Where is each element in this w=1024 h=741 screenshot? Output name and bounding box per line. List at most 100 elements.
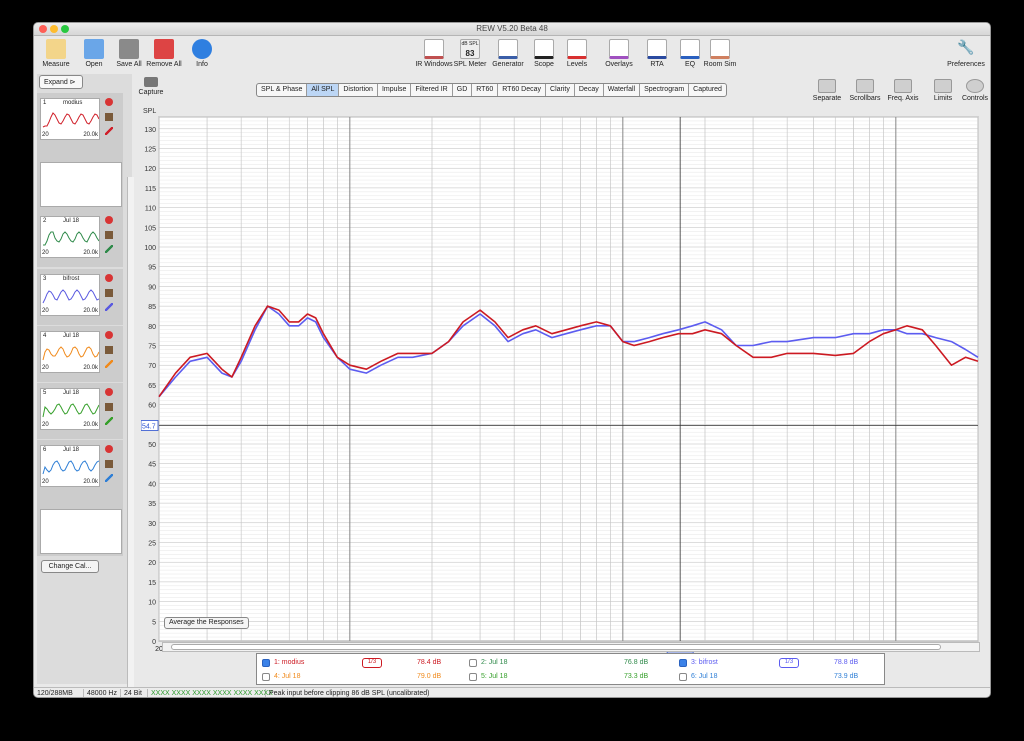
series-checkbox[interactable]: [262, 659, 270, 667]
series-value: 73.9 dB: [834, 673, 859, 680]
limits-icon: [934, 79, 952, 93]
remove-icon: [154, 39, 174, 59]
preferences-button[interactable]: 🔧 Preferences: [942, 39, 990, 68]
levels-icon[interactable]: [105, 460, 113, 468]
measure-icon: [46, 39, 66, 59]
tab-filtered-ir[interactable]: Filtered IR: [411, 84, 453, 96]
scrollbars-button[interactable]: Scrollbars: [846, 79, 884, 102]
tab-distortion[interactable]: Distortion: [339, 84, 378, 96]
spl-graph[interactable]: 1301251201151101051009590858075706560555…: [141, 105, 991, 653]
remove-measurement-icon[interactable]: [105, 445, 113, 453]
tab-spectrogram[interactable]: Spectrogram: [640, 84, 690, 96]
sample-rate: 48000 Hz: [84, 689, 121, 697]
remove-measurement-icon[interactable]: [105, 98, 113, 106]
measurements-panel: Expand ⊳ 1modius2020.0k Change Cal... 2Jul…: [37, 74, 134, 697]
series-checkbox[interactable]: [469, 659, 477, 667]
tab-decay[interactable]: Decay: [575, 84, 604, 96]
measurement-thumbnail[interactable]: 3 bifrost 20 20.0k: [40, 274, 100, 316]
graph-panel: 1301251201151101051009590858075706560555…: [141, 105, 991, 653]
series-checkbox[interactable]: [679, 673, 687, 681]
series-label: 3: bifrost: [691, 659, 718, 666]
y-tick-label: 0: [152, 639, 156, 646]
measurement-thumbnail[interactable]: 4 Jul 18 20 20.0k: [40, 331, 100, 373]
y-tick-label: 120: [144, 166, 156, 173]
legend-entry: 4: Jul 18 79.0 dB: [262, 672, 462, 683]
chevron-right-icon: ⊳: [69, 79, 76, 86]
tab-impulse[interactable]: Impulse: [378, 84, 412, 96]
color-pen-icon[interactable]: [105, 417, 113, 425]
levels-icon[interactable]: [105, 231, 113, 239]
measurement-item[interactable]: 6 Jul 18 20 20.0k: [37, 440, 123, 556]
series-checkbox[interactable]: [469, 673, 477, 681]
remove-measurement-icon[interactable]: [105, 331, 113, 339]
spl-meter-icon: dB SPL 83: [460, 39, 480, 59]
series-label: 6: Jul 18: [691, 673, 718, 680]
color-pen-icon[interactable]: [105, 360, 113, 368]
series-label: 4: Jul 18: [274, 673, 301, 680]
tab-waterfall[interactable]: Waterfall: [604, 84, 641, 96]
average-responses-button[interactable]: Average the Responses: [164, 617, 249, 629]
smoothing-badge[interactable]: 1/3: [362, 658, 382, 668]
tab-rt60[interactable]: RT60: [472, 84, 499, 96]
legend-entry: 5: Jul 18 73.3 dB: [469, 672, 669, 683]
change-cal-button[interactable]: Change Cal...: [41, 560, 99, 573]
y-axis-label: SPL: [143, 108, 156, 115]
info-button[interactable]: Info: [180, 39, 224, 68]
measurement-thumbnail[interactable]: 1 modius 20 20.0k: [40, 98, 100, 140]
series-label: 2: Jul 18: [481, 659, 508, 666]
measurement-item[interactable]: 1 modius 20 20.0k: [37, 93, 123, 211]
series-checkbox[interactable]: [679, 659, 687, 667]
measurement-thumbnail[interactable]: 5 Jul 18 20 20.0k: [40, 388, 100, 430]
measurement-notes[interactable]: [40, 162, 122, 207]
levels-icon[interactable]: [105, 113, 113, 121]
remove-measurement-icon[interactable]: [105, 216, 113, 224]
tab-all-spl[interactable]: All SPL: [307, 84, 340, 96]
y-tick-label: 10: [148, 600, 156, 607]
levels-button[interactable]: Levels: [555, 39, 599, 68]
remove-measurement-icon[interactable]: [105, 388, 113, 396]
horizontal-scrollbar[interactable]: [162, 642, 980, 652]
levels-icon[interactable]: [105, 403, 113, 411]
color-pen-icon[interactable]: [105, 245, 113, 253]
eq-icon: [680, 39, 700, 59]
tab-spl-phase[interactable]: SPL & Phase: [257, 84, 308, 96]
tab-gd[interactable]: GD: [453, 84, 473, 96]
thumbnail-trace: [43, 231, 99, 246]
measurement-item[interactable]: 2 Jul 18 20 20.0k: [37, 211, 123, 267]
freq-axis-button[interactable]: Freq. Axis: [884, 79, 922, 102]
y-tick-label: 130: [144, 127, 156, 134]
scrollbar-thumb[interactable]: [171, 644, 941, 650]
tab-captured[interactable]: Captured: [689, 84, 726, 96]
series-checkbox[interactable]: [262, 673, 270, 681]
legend-entry: 1: modius 1/3 78.4 dB: [262, 658, 462, 669]
measurement-thumbnail[interactable]: 6 Jul 18 20 20.0k: [40, 445, 100, 487]
gear-icon: [966, 79, 984, 93]
measurement-item[interactable]: 3 bifrost 20 20.0k: [37, 269, 123, 325]
capture-button[interactable]: Capture: [135, 77, 167, 96]
generator-icon: [498, 39, 518, 59]
y-tick-label: 100: [144, 245, 156, 252]
series-label: 5: Jul 18: [481, 673, 508, 680]
smoothing-badge[interactable]: 1/3: [779, 658, 799, 668]
tab-rt60-decay[interactable]: RT60 Decay: [498, 84, 547, 96]
measurement-item[interactable]: 5 Jul 18 20 20.0k: [37, 383, 123, 439]
color-pen-icon[interactable]: [105, 127, 113, 135]
controls-button[interactable]: Controls: [956, 79, 990, 102]
window-title: REW V5.20 Beta 48: [476, 24, 548, 33]
sidebar-scrollbar[interactable]: [127, 177, 134, 697]
spl-meter-value: 83: [465, 49, 475, 58]
color-pen-icon[interactable]: [105, 474, 113, 482]
expand-button[interactable]: Expand ⊳: [39, 75, 83, 89]
levels-icon[interactable]: [105, 289, 113, 297]
measurement-thumbnail[interactable]: 2 Jul 18 20 20.0k: [40, 216, 100, 258]
remove-measurement-icon[interactable]: [105, 274, 113, 282]
series-value: 79.0 dB: [417, 673, 442, 680]
measurement-notes[interactable]: [40, 509, 122, 554]
measurement-item[interactable]: 4 Jul 18 20 20.0k: [37, 326, 123, 382]
color-pen-icon[interactable]: [105, 303, 113, 311]
levels-icon[interactable]: [105, 346, 113, 354]
separate-button[interactable]: Separate: [808, 79, 846, 102]
legend-entry: 3: bifrost 1/3 78.8 dB: [679, 658, 879, 669]
room-sim-button[interactable]: Room Sim: [698, 39, 742, 68]
tab-clarity[interactable]: Clarity: [546, 84, 575, 96]
